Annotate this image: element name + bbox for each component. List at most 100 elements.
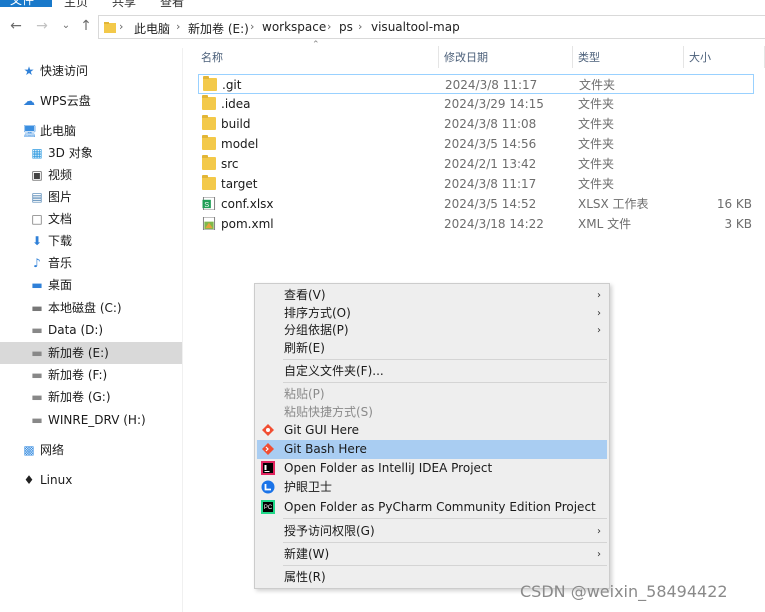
sidebar-item-desktop[interactable]: ▬ 桌面 [0,274,182,296]
ribbon-tab-file[interactable]: 文件 [0,0,52,7]
file-date: 2024/2/1 13:42 [444,157,537,171]
file-type: 文件夹 [578,157,615,171]
video-icon: ▣ [31,168,43,182]
sidebar-item-quick-access[interactable]: ★ 快速访问 [0,60,182,82]
sidebar-item-drive-h[interactable]: ▬ WINRE_DRV (H:) [0,409,182,431]
menu-item-git-gui-here[interactable]: Git GUI Here [257,421,607,440]
menu-separator [283,542,607,543]
forward-arrow-icon[interactable]: → [34,18,50,34]
column-header-size[interactable]: 大小 [689,49,711,65]
breadcrumb-visualtool-map[interactable]: visualtool-map [371,20,460,34]
sidebar-item-wps-cloud[interactable]: ☁ WPS云盘 [0,90,182,112]
file-row[interactable]: .idea 2024/3/29 14:15 文件夹 [198,94,754,114]
menu-item-view[interactable]: 查看(V) › [257,286,607,305]
file-date: 2024/3/29 14:15 [444,97,544,111]
menu-item-customize-folder[interactable]: 自定义文件夹(F)... [257,362,607,381]
submenu-arrow-icon: › [597,526,601,537]
sidebar-item-documents[interactable]: □ 文档 [0,208,182,230]
breadcrumb-separator-icon: › [358,20,363,33]
file-row[interactable]: src 2024/2/1 13:42 文件夹 [198,154,754,174]
column-header-name[interactable]: 名称 [201,49,223,65]
address-bar[interactable]: › 此电脑 › 新加卷 (E:) › workspace › ps › visu… [98,15,765,39]
file-name: build [221,117,251,131]
menu-item-refresh[interactable]: 刷新(E) [257,339,607,358]
file-row[interactable]: S conf.xlsx 2024/3/5 14:52 XLSX 工作表 16 K… [198,194,754,214]
file-name: src [221,157,239,171]
sidebar-item-this-pc[interactable]: 🖥 此电脑 [0,120,182,142]
breadcrumb-drive-e[interactable]: 新加卷 (E:) [188,20,249,37]
sidebar-item-drive-d[interactable]: ▬ Data (D:) [0,319,182,341]
breadcrumb-workspace[interactable]: workspace [262,20,326,34]
sidebar-item-downloads[interactable]: ⬇ 下载 [0,230,182,252]
file-name: .git [222,78,242,92]
download-icon: ⬇ [31,234,43,248]
ribbon-tab-view[interactable]: 查看 [160,0,184,8]
menu-item-label: 查看(V) [284,288,326,302]
sidebar-item-3d-objects[interactable]: ▦ 3D 对象 [0,142,182,164]
sidebar-item-drive-g[interactable]: ▬ 新加卷 (G:) [0,386,182,408]
file-date: 2024/3/8 11:17 [444,177,537,191]
folder-icon [203,76,217,91]
breadcrumb-separator-icon: › [250,20,255,33]
context-menu: 查看(V) › 排序方式(O) › 分组依据(P) › 刷新(E) 自定义文件夹… [254,283,610,589]
column-divider[interactable] [438,46,439,68]
drive-icon: ▬ [31,368,43,382]
menu-item-label: Git GUI Here [284,423,360,437]
column-header-type[interactable]: 类型 [578,49,600,65]
sidebar-item-linux[interactable]: ♦ Linux [0,469,182,491]
network-icon: ▩ [23,443,35,457]
sidebar-item-drive-c[interactable]: ▬ 本地磁盘 (C:) [0,297,182,319]
menu-item-label: 属性(R) [284,570,326,584]
back-arrow-icon[interactable]: ← [8,18,24,34]
file-date: 2024/3/8 11:08 [444,117,537,131]
menu-item-open-pycharm[interactable]: PC Open Folder as PyCharm Community Edit… [257,498,607,517]
menu-item-label: 护眼卫士 [284,480,333,494]
up-arrow-icon[interactable]: ↑ [78,18,94,34]
sidebar-item-pictures[interactable]: ▤ 图片 [0,186,182,208]
sidebar-item-network[interactable]: ▩ 网络 [0,439,182,461]
file-type: 文件夹 [578,117,615,131]
file-row[interactable]: build 2024/3/8 11:08 文件夹 [198,114,754,134]
eye-guard-icon [261,480,275,494]
music-icon: ♪ [33,256,41,270]
sidebar-item-label: 音乐 [48,256,73,270]
menu-item-eye-guard[interactable]: 护眼卫士 [257,478,607,497]
file-type: XLSX 工作表 [578,197,649,211]
xml-file-icon [202,217,216,230]
folder-icon [202,115,216,130]
ribbon-tab-share[interactable]: 共享 [112,0,136,8]
file-row[interactable]: pom.xml 2024/3/18 14:22 XML 文件 3 KB [198,214,754,234]
file-row[interactable]: target 2024/3/8 11:17 文件夹 [198,174,754,194]
pycharm-icon: PC [261,500,275,514]
column-divider[interactable] [572,46,573,68]
sidebar-item-drive-e[interactable]: ▬ 新加卷 (E:) [0,342,182,364]
sidebar-item-label: 网络 [40,443,65,457]
star-icon: ★ [23,64,35,78]
file-row[interactable]: model 2024/3/5 14:56 文件夹 [198,134,754,154]
column-header-date[interactable]: 修改日期 [444,49,488,65]
menu-item-label: 粘贴快捷方式(S) [284,405,373,419]
menu-item-grant-access[interactable]: 授予访问权限(G) › [257,522,607,541]
column-divider[interactable] [683,46,684,68]
file-type: 文件夹 [579,78,616,92]
file-date: 2024/3/5 14:56 [444,137,537,151]
drive-icon: ▬ [31,346,43,360]
menu-item-new[interactable]: 新建(W) › [257,545,607,564]
sidebar-item-drive-f[interactable]: ▬ 新加卷 (F:) [0,364,182,386]
file-row[interactable]: .git 2024/3/8 11:17 文件夹 [198,74,754,94]
menu-item-label: 粘贴(P) [284,387,325,401]
menu-item-git-bash-here[interactable]: Git Bash Here [257,440,607,459]
sidebar-item-videos[interactable]: ▣ 视频 [0,164,182,186]
sidebar-item-label: 桌面 [48,278,73,292]
breadcrumb-ps[interactable]: ps [339,20,353,34]
file-date: 2024/3/18 14:22 [444,217,544,231]
ribbon-tab-home[interactable]: 主页 [64,0,88,8]
breadcrumb-this-pc[interactable]: 此电脑 [134,20,170,37]
menu-item-group-by[interactable]: 分组依据(P) › [257,321,607,340]
sidebar-item-music[interactable]: ♪ 音乐 [0,252,182,274]
menu-item-open-intellij[interactable]: Open Folder as IntelliJ IDEA Project [257,459,607,478]
recent-locations-chevron-icon[interactable]: ⌄ [58,18,74,34]
submenu-arrow-icon: › [597,290,601,301]
file-date: 2024/3/5 14:52 [444,197,537,211]
sidebar-item-label: Data (D:) [48,323,104,337]
